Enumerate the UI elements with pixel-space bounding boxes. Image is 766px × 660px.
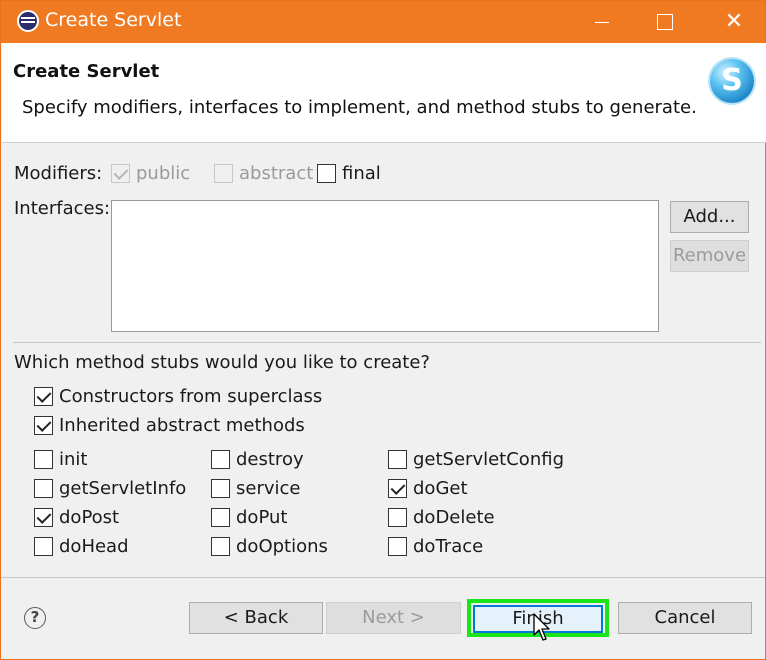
create-servlet-dialog: Create Servlet ✕ Create Servlet Specify … [0,0,766,660]
doput-checkbox[interactable] [211,508,230,527]
service-label: service [236,478,301,499]
dopost-label: doPost [59,507,120,528]
dodelete-checkbox[interactable] [388,508,407,527]
constructors-label: Constructors from superclass [59,386,323,407]
public-label: public [136,163,191,184]
window-title: Create Servlet [45,9,182,31]
title-bar[interactable]: Create Servlet ✕ [1,1,765,43]
minimize-button[interactable] [579,1,625,43]
doget-checkbox[interactable] [388,479,407,498]
getservletinfo-label: getServletInfo [59,478,187,499]
getservletconfig-checkbox[interactable] [388,450,407,469]
dotrace-checkbox[interactable] [388,537,407,556]
maximize-button[interactable] [641,1,687,43]
cancel-button[interactable]: Cancel [618,602,752,634]
dopost-checkbox[interactable] [34,508,53,527]
dooptions-label: doOptions [236,536,328,557]
dooptions-checkbox[interactable] [211,537,230,556]
next-button[interactable]: Next > [326,602,461,634]
doget-label: doGet [413,478,468,499]
abstract-label: abstract [239,163,314,184]
abstract-checkbox[interactable] [214,164,233,183]
remove-interface-button[interactable]: Remove [670,240,749,272]
dodelete-label: doDelete [413,507,495,528]
page-description: Specify modifiers, interfaces to impleme… [22,97,697,118]
stubs-question: Which method stubs would you like to cre… [14,352,430,373]
public-checkbox[interactable] [111,164,130,183]
add-interface-button[interactable]: Add... [670,201,749,233]
doput-label: doPut [236,507,288,528]
interfaces-list[interactable] [111,200,659,332]
getservletinfo-checkbox[interactable] [34,479,53,498]
modifiers-label: Modifiers: [14,163,103,184]
final-label: final [342,163,381,184]
page-title: Create Servlet [13,61,160,82]
back-button[interactable]: < Back [189,602,323,634]
mouse-pointer-icon [533,613,550,641]
constructors-checkbox[interactable] [34,387,53,406]
service-checkbox[interactable] [211,479,230,498]
dotrace-label: doTrace [413,536,484,557]
eclipse-icon [17,10,39,32]
wizard-banner: Create Servlet Specify modifiers, interf… [2,43,766,143]
separator-bottom [1,577,765,578]
separator-top [13,342,761,343]
destroy-checkbox[interactable] [211,450,230,469]
getservletconfig-label: getServletConfig [413,449,564,470]
close-button[interactable]: ✕ [711,1,757,43]
help-icon[interactable]: ? [24,607,46,629]
inherited-abstract-checkbox[interactable] [34,416,53,435]
interfaces-label: Interfaces: [14,198,111,219]
dohead-checkbox[interactable] [34,537,53,556]
dohead-label: doHead [59,536,129,557]
destroy-label: destroy [236,449,304,470]
inherited-abstract-label: Inherited abstract methods [59,415,305,436]
final-checkbox[interactable] [317,164,336,183]
init-checkbox[interactable] [34,450,53,469]
servlet-logo-icon: S [710,59,754,103]
init-label: init [59,449,88,470]
